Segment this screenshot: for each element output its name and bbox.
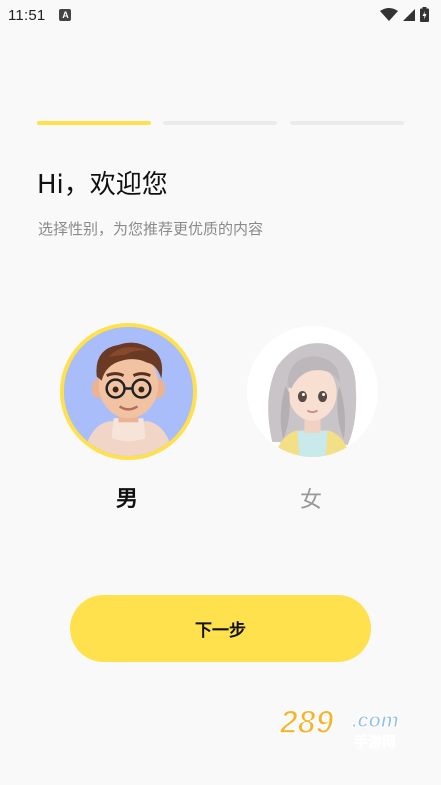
status-bar: 11:51 A (0, 0, 441, 30)
female-avatar-option[interactable] (247, 326, 378, 457)
male-label[interactable]: 男 (116, 481, 138, 513)
site-watermark: 289 .com 手游网 (276, 703, 421, 751)
male-avatar-option[interactable] (60, 323, 197, 460)
page-title: Hi，欢迎您 (37, 170, 168, 200)
male-avatar-icon (64, 327, 193, 456)
battery-charging-icon (420, 7, 429, 22)
progress-step-1-active (37, 121, 151, 125)
watermark-suffix: .com (352, 710, 399, 732)
female-label[interactable]: 女 (300, 482, 322, 514)
page-subtitle: 选择性别，为您推荐更优质的内容 (38, 220, 264, 238)
watermark-number: 289 (279, 704, 334, 740)
status-time: 11:51 (8, 6, 46, 24)
progress-step-2 (163, 121, 277, 125)
next-step-button[interactable]: 下一步 (70, 595, 371, 662)
onboarding-progress (37, 121, 405, 126)
cellular-signal-icon (403, 8, 415, 21)
a-letter-icon: A (59, 9, 72, 21)
watermark-logo-icon: 289 .com 手游网 (278, 703, 399, 751)
watermark-caption: 手游网 (354, 734, 396, 751)
status-icons (380, 7, 429, 22)
wifi-icon (380, 7, 398, 21)
female-avatar-icon (247, 326, 378, 457)
progress-step-3 (290, 121, 404, 125)
